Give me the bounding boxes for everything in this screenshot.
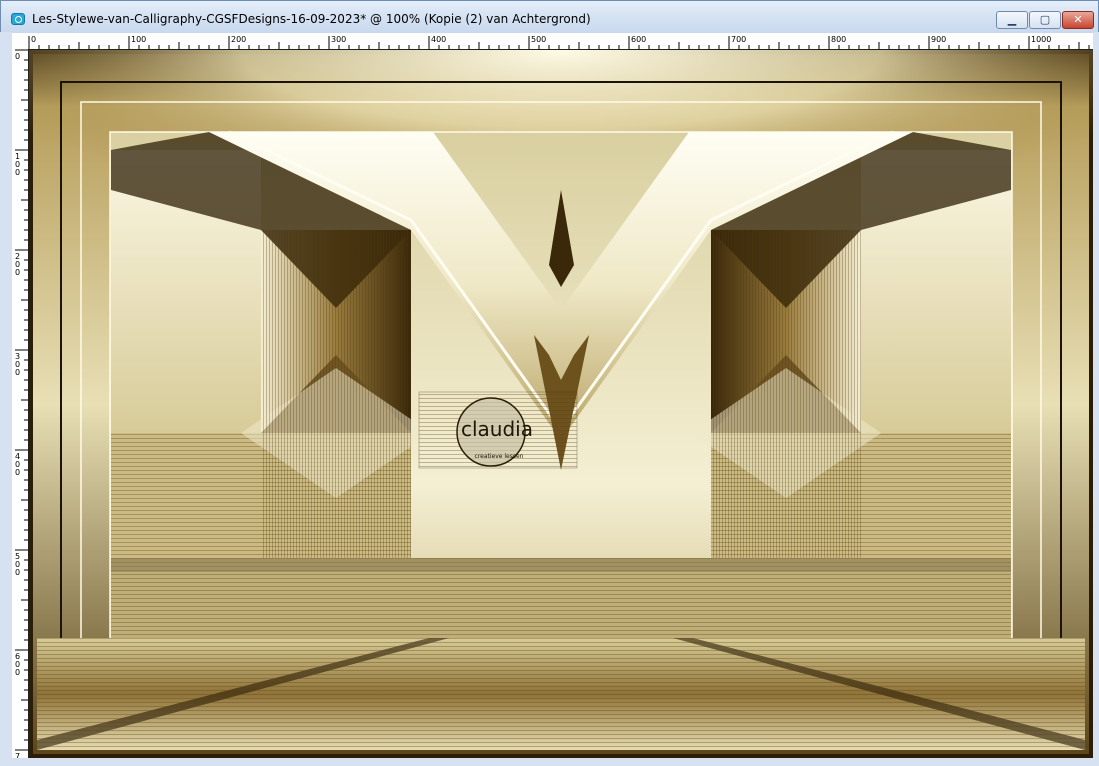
ruler-label: 0 [15, 368, 20, 377]
ruler-label: 600 [631, 35, 646, 44]
ruler-label: 700 [731, 35, 746, 44]
watermark-text: claudia [461, 417, 533, 441]
ruler-label: 1000 [1031, 35, 1051, 44]
ruler-vertical[interactable]: 0100200300400500600700 [12, 49, 29, 758]
ruler-label: 200 [231, 35, 246, 44]
title-bar[interactable]: Les-Stylewe-van-Calligraphy-CGSFDesigns-… [1, 1, 1098, 33]
maximize-icon: ▢ [1039, 13, 1051, 26]
left-column-lines [261, 230, 411, 558]
window-frame-bottom [0, 758, 1099, 766]
image-canvas[interactable]: claudia creatieve lessen [29, 50, 1093, 758]
minimize-button[interactable]: ▁ [996, 11, 1028, 29]
ruler-label: 0 [15, 168, 20, 177]
ruler-label: 0 [15, 52, 20, 61]
ruler-label: 0 [15, 468, 20, 477]
watermark: claudia creatieve lessen [418, 391, 578, 469]
minimize-icon: ▁ [1007, 13, 1017, 26]
window-title: Les-Stylewe-van-Calligraphy-CGSFDesigns-… [32, 12, 591, 26]
floor-lines [37, 638, 1085, 750]
ruler-horizontal[interactable]: 0 100 200 300 400 500 600 700 800 900 1000 [12, 33, 1093, 50]
ruler-label: 900 [931, 35, 946, 44]
ruler-label: 500 [531, 35, 546, 44]
ruler-label: 7 [15, 752, 20, 758]
ruler-label: 300 [331, 35, 346, 44]
window-frame-left [0, 32, 12, 766]
floor-band-highlight [111, 558, 1011, 572]
close-icon: ✕ [1073, 13, 1083, 26]
watermark-subtext: creatieve lessen [475, 453, 524, 460]
ruler-label: 0 [15, 668, 20, 677]
ruler-label: 100 [131, 35, 146, 44]
right-column-lines [711, 230, 861, 558]
ruler-label: 400 [431, 35, 446, 44]
window-frame-right [1093, 32, 1099, 766]
ruler-label: 0 [15, 568, 20, 577]
paintshop-pro-icon[interactable] [11, 13, 25, 25]
maximize-button[interactable]: ▢ [1029, 11, 1061, 29]
ruler-label: 0 [31, 35, 36, 44]
ruler-label: 0 [15, 268, 20, 277]
close-button[interactable]: ✕ [1062, 11, 1094, 29]
ruler-label: 800 [831, 35, 846, 44]
